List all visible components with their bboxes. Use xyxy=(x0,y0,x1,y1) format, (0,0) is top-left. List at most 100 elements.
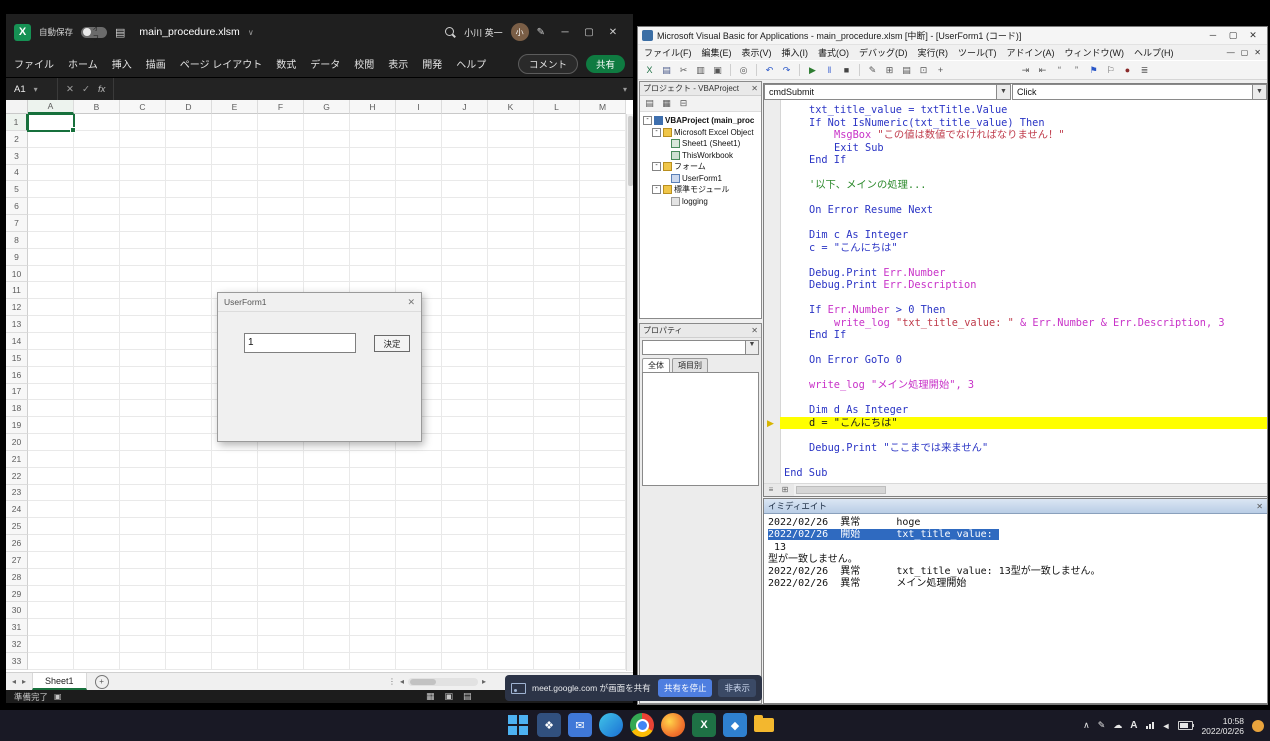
run-icon[interactable]: ▶ xyxy=(805,63,820,77)
cell-G25[interactable] xyxy=(304,518,350,535)
cell-C11[interactable] xyxy=(120,282,166,299)
cell-L19[interactable] xyxy=(534,417,580,434)
userform-submit-button[interactable]: 決定 xyxy=(374,335,410,352)
column-header-G[interactable]: G xyxy=(304,100,350,114)
row-header-6[interactable]: 6 xyxy=(6,198,28,215)
cell-M31[interactable] xyxy=(580,619,626,636)
cell-E21[interactable] xyxy=(212,451,258,468)
column-header-F[interactable]: F xyxy=(258,100,304,114)
toggle-folders-icon[interactable]: ⊟ xyxy=(676,97,691,111)
cell-E23[interactable] xyxy=(212,485,258,502)
formula-expand-icon[interactable]: ▾ xyxy=(623,85,633,94)
row-header-22[interactable]: 22 xyxy=(6,468,28,485)
chrome-icon[interactable] xyxy=(630,713,654,737)
cell-A9[interactable] xyxy=(28,249,74,266)
cell-D17[interactable] xyxy=(166,384,212,401)
cell-G30[interactable] xyxy=(304,602,350,619)
tree-item-Microsoft Excel Object[interactable]: -Microsoft Excel Object xyxy=(640,127,761,139)
project-panel-close-icon[interactable]: ✕ xyxy=(751,84,758,93)
project-explorer-icon[interactable]: ⊞ xyxy=(882,63,897,77)
cell-E32[interactable] xyxy=(212,636,258,653)
cell-E28[interactable] xyxy=(212,569,258,586)
cell-M29[interactable] xyxy=(580,586,626,603)
cell-J32[interactable] xyxy=(442,636,488,653)
cell-B9[interactable] xyxy=(74,249,120,266)
row-header-2[interactable]: 2 xyxy=(6,131,28,148)
cell-H30[interactable] xyxy=(350,602,396,619)
cell-A12[interactable] xyxy=(28,299,74,316)
cell-A11[interactable] xyxy=(28,282,74,299)
cell-K14[interactable] xyxy=(488,333,534,350)
cell-A13[interactable] xyxy=(28,316,74,333)
copy-icon[interactable]: ▥ xyxy=(693,63,708,77)
view-code-icon[interactable]: ▤ xyxy=(642,97,657,111)
vscode-icon[interactable]: ◆ xyxy=(723,713,747,737)
cell-K2[interactable] xyxy=(488,131,534,148)
cell-J19[interactable] xyxy=(442,417,488,434)
cell-L28[interactable] xyxy=(534,569,580,586)
cell-G3[interactable] xyxy=(304,148,350,165)
sheet-prev-icon[interactable]: ◂ xyxy=(12,677,16,686)
cell-L3[interactable] xyxy=(534,148,580,165)
vertical-scrollbar[interactable] xyxy=(626,114,633,671)
edit-mode-icon[interactable]: ✎ xyxy=(537,27,545,38)
cell-D26[interactable] xyxy=(166,535,212,552)
cell-J27[interactable] xyxy=(442,552,488,569)
ribbon-tab-ページ レイアウト[interactable]: ページ レイアウト xyxy=(180,56,263,71)
cell-A24[interactable] xyxy=(28,501,74,518)
cell-A20[interactable] xyxy=(28,434,74,451)
cell-D28[interactable] xyxy=(166,569,212,586)
cell-M17[interactable] xyxy=(580,384,626,401)
share-button[interactable]: 共有 xyxy=(586,55,625,73)
ribbon-tab-ファイル[interactable]: ファイル xyxy=(14,56,54,71)
ribbon-tab-データ[interactable]: データ xyxy=(310,56,340,71)
cell-D8[interactable] xyxy=(166,232,212,249)
cell-A25[interactable] xyxy=(28,518,74,535)
cell-J17[interactable] xyxy=(442,384,488,401)
cell-E1[interactable] xyxy=(212,114,258,131)
cell-A19[interactable] xyxy=(28,417,74,434)
row-header-31[interactable]: 31 xyxy=(6,619,28,636)
bookmark-icon[interactable]: ⚑ xyxy=(1086,63,1101,77)
properties-window-icon[interactable]: ▤ xyxy=(899,63,914,77)
cell-B13[interactable] xyxy=(74,316,120,333)
cell-H10[interactable] xyxy=(350,266,396,283)
cell-F30[interactable] xyxy=(258,602,304,619)
cell-C18[interactable] xyxy=(120,400,166,417)
page-layout-view-icon[interactable]: ▣ xyxy=(445,691,454,702)
cell-K32[interactable] xyxy=(488,636,534,653)
cell-G4[interactable] xyxy=(304,165,350,182)
cell-B24[interactable] xyxy=(74,501,120,518)
cell-G29[interactable] xyxy=(304,586,350,603)
cell-F1[interactable] xyxy=(258,114,304,131)
cell-K26[interactable] xyxy=(488,535,534,552)
cell-F29[interactable] xyxy=(258,586,304,603)
immediate-line[interactable]: 2022/02/26 開始 txt_title_value: xyxy=(768,529,1267,541)
cell-B21[interactable] xyxy=(74,451,120,468)
cell-D13[interactable] xyxy=(166,316,212,333)
tree-item-logging[interactable]: logging xyxy=(640,196,761,208)
menu-ヘルプ(H)[interactable]: ヘルプ(H) xyxy=(1134,46,1174,59)
paste-icon[interactable]: ▣ xyxy=(710,63,725,77)
cell-F3[interactable] xyxy=(258,148,304,165)
cell-D27[interactable] xyxy=(166,552,212,569)
menu-編集(E)[interactable]: 編集(E) xyxy=(702,46,732,59)
stop-icon[interactable]: ■ xyxy=(839,63,854,77)
cell-A28[interactable] xyxy=(28,569,74,586)
tree-item-フォーム[interactable]: -フォーム xyxy=(640,161,761,173)
edge-icon[interactable] xyxy=(599,713,623,737)
child-restore-icon[interactable]: ▢ xyxy=(1241,48,1249,57)
cell-M26[interactable] xyxy=(580,535,626,552)
cell-H6[interactable] xyxy=(350,198,396,215)
row-header-28[interactable]: 28 xyxy=(6,569,28,586)
immediate-line[interactable]: 型が一致しません。 xyxy=(768,554,1267,566)
cell-L12[interactable] xyxy=(534,299,580,316)
select-all-corner[interactable] xyxy=(6,100,28,114)
cell-J6[interactable] xyxy=(442,198,488,215)
cell-A15[interactable] xyxy=(28,350,74,367)
cell-B19[interactable] xyxy=(74,417,120,434)
properties-tab-全体[interactable]: 全体 xyxy=(642,358,670,372)
cell-G2[interactable] xyxy=(304,131,350,148)
cell-L17[interactable] xyxy=(534,384,580,401)
cell-C27[interactable] xyxy=(120,552,166,569)
